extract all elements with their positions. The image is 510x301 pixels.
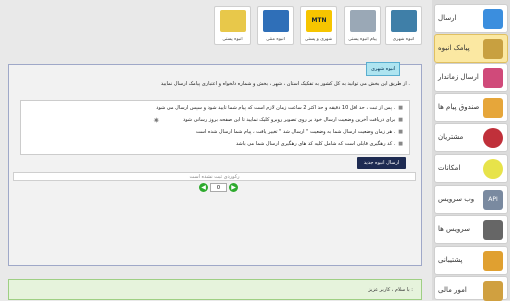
sidebar-item-label: امکانات (438, 164, 461, 172)
sidebar-item-bulk-sms[interactable]: پیامک انبوه (434, 34, 508, 63)
service-urban-bulk[interactable]: انبوه شهری (385, 6, 422, 45)
sidebar-item-label: ارسال زماندار (438, 73, 479, 81)
api-icon: API (483, 190, 503, 210)
records-empty-message: رکوردی ثبت نشده است (13, 172, 416, 181)
note-item: کد رهگیری قابلی است که شامل کلیه کد های … (235, 141, 403, 147)
service-label: انبوه منتی (266, 37, 285, 42)
finance-icon (483, 281, 503, 301)
hamrah-aval-logo-icon (391, 10, 417, 32)
sidebar-item-label: پیامک انبوه (438, 44, 470, 52)
sidebar-item-features[interactable]: امکانات (434, 154, 508, 183)
sidebar-item-webservice[interactable]: وب سرویس API (434, 185, 508, 214)
welcome-box: با سلام ، کاربر عزیز : (8, 279, 422, 300)
services-icon (483, 220, 503, 240)
sidebar-item-inbox[interactable]: صندوق پیام ها (434, 93, 508, 122)
service-label: انبوه شهری (392, 37, 415, 42)
people-logo-icon (263, 10, 289, 32)
sidebar-item-label: ارسال (438, 14, 457, 22)
sidebar-item-finance[interactable]: امور مالی (434, 276, 508, 301)
service-label: انبوه پستی (222, 37, 243, 42)
sidebar-item-scheduled[interactable]: ارسال زماندار (434, 63, 508, 92)
sidebar-item-label: مشتریان (438, 133, 464, 141)
sidebar-item-label: پشتیبانی (438, 256, 463, 264)
new-bulk-send-button[interactable]: ارسال انبوه جدید (357, 157, 406, 169)
sidebar-item-send[interactable]: ارسال (434, 4, 508, 33)
service-mentee[interactable]: انبوه منتی (257, 6, 294, 45)
note-item: هر زمان وضعیت ارسال شما به وضعیت " ارسال… (195, 129, 403, 135)
refresh-gear-icon[interactable]: ✷ (153, 116, 160, 125)
postal-logo-icon (350, 10, 376, 32)
panel-info: از طریق این بخش می توانید به کل کشور به … (160, 81, 410, 87)
service-label: پیام انبوه پستی (348, 37, 377, 42)
notes-box: پس از ثبت ، حد اقل 10 دقیقه و حد اکثر 2 … (20, 100, 410, 155)
panel-tab-urban-bulk[interactable]: انبوه شهری (366, 62, 401, 76)
inbox-icon (483, 98, 503, 118)
sidebar-item-label: سرویس ها (438, 225, 471, 233)
sidebar-item-label: صندوق پیام ها (438, 103, 480, 111)
sidebar-item-services[interactable]: سرویس ها (434, 215, 508, 244)
features-icon (483, 159, 503, 179)
note-item: برای دریافت آخرین وضعیت ارسال خود بر روی… (183, 117, 403, 123)
service-postal[interactable]: انبوه پستی (214, 6, 251, 45)
welcome-text: با سلام ، کاربر عزیز : (368, 287, 413, 293)
coins-logo-icon (220, 10, 246, 32)
sidebar-item-label: وب سرویس (438, 195, 475, 203)
calendar-icon (483, 68, 503, 88)
service-postal-bulk[interactable]: پیام انبوه پستی (344, 6, 381, 45)
sms-envelope-icon (483, 9, 503, 29)
service-label: شهری و پستی (304, 37, 333, 42)
note-item: پس از ثبت ، حد اقل 10 دقیقه و حد اکثر 2 … (156, 105, 403, 111)
sidebar-item-customers[interactable]: مشتریان (434, 123, 508, 152)
customers-icon (483, 128, 503, 148)
next-page-icon[interactable]: ▶ (229, 183, 238, 192)
sidebar-item-label: امور مالی (438, 286, 467, 294)
antenna-icon (483, 39, 503, 59)
mtn-logo-icon: MTN (306, 10, 332, 32)
prev-page-icon[interactable]: ◀ (199, 183, 208, 192)
sidebar: ارسال پیامک انبوه ارسال زماندار صندوق پی… (432, 0, 510, 301)
service-mtn[interactable]: MTN شهری و پستی (300, 6, 337, 45)
page-number-input[interactable]: 0 (210, 183, 227, 192)
support-cap-icon (483, 251, 503, 271)
sidebar-item-support[interactable]: پشتیبانی (434, 246, 508, 275)
